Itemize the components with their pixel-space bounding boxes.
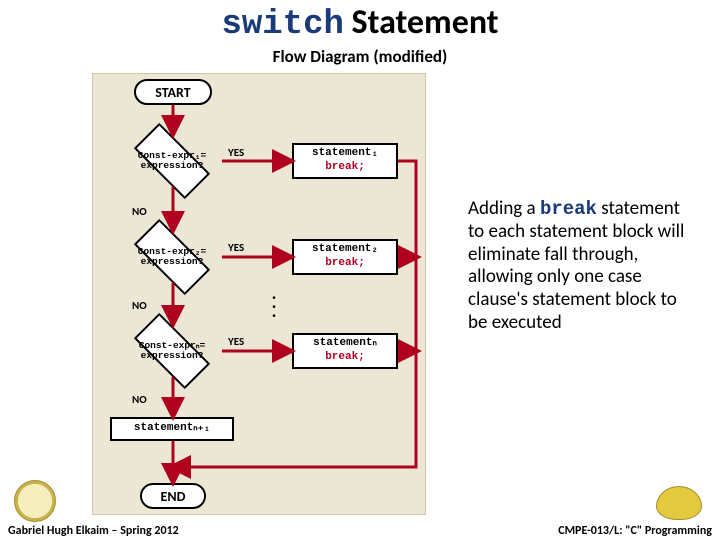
break-keyword: break [540,198,597,220]
footer-course: CMPE-013/L: "C" Programming [558,524,712,538]
explanation: Adding a break statement to each stateme… [468,198,700,335]
footer-author: Gabriel Hugh Elkaim – Spring 2012 [8,524,179,538]
slide-title: switch Statement [0,2,720,44]
uc-seal-icon [14,480,56,522]
slide-subtitle: Flow Diagram (modified) [0,46,720,67]
slug-mascot-icon [656,486,702,520]
title-keyword: switch [221,6,343,44]
arrows [0,73,460,523]
title-rest: Statement [344,2,499,43]
